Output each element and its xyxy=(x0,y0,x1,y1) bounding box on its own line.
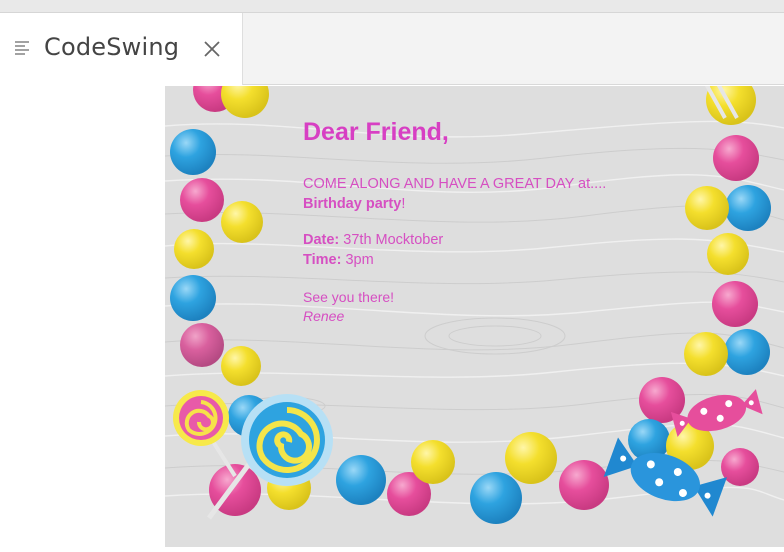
close-icon[interactable] xyxy=(200,37,224,61)
candy-blue xyxy=(170,275,216,321)
candy-pink xyxy=(559,460,609,510)
candy-blue xyxy=(170,129,216,175)
candy-yellow xyxy=(685,186,729,230)
window-top-bar xyxy=(0,0,784,13)
candy-blue xyxy=(725,185,771,231)
candy-pink xyxy=(713,135,759,181)
candy-yellow xyxy=(505,432,557,484)
candy-blue xyxy=(470,472,522,524)
candy-yellow xyxy=(411,440,455,484)
left-panel xyxy=(0,86,165,552)
candy-blue xyxy=(724,329,770,375)
tab-title: CodeSwing xyxy=(44,33,180,61)
list-lines-icon xyxy=(15,41,29,55)
candy-yellow xyxy=(174,229,214,269)
lollipop-large xyxy=(241,394,333,486)
candy-blue xyxy=(336,455,386,505)
invitation-card: Dear Friend, COME ALONG AND HAVE A GREAT… xyxy=(165,86,784,547)
tab-codeswing[interactable]: CodeSwing xyxy=(0,13,243,85)
candy-yellow xyxy=(684,332,728,376)
candy-border xyxy=(170,86,771,524)
lollipop-small xyxy=(173,390,229,446)
candy-mauve xyxy=(180,323,224,367)
candy-pink xyxy=(721,448,759,486)
candy-yellow xyxy=(707,233,749,275)
candy-yellow xyxy=(221,346,261,386)
candy-pink xyxy=(180,178,224,222)
candy-pink xyxy=(712,281,758,327)
tab-strip: CodeSwing xyxy=(0,13,784,85)
candy-yellow xyxy=(221,86,269,118)
candy-yellow xyxy=(221,201,263,243)
